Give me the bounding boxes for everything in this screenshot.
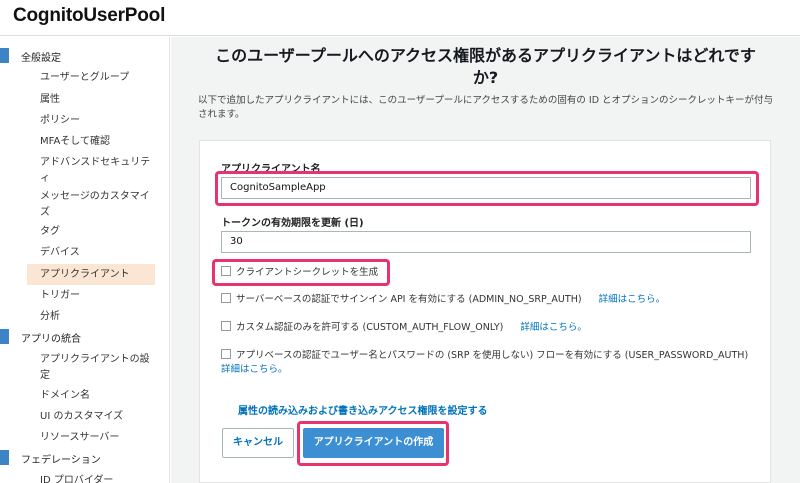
page-title-line: このユーザープールへのアクセス権限があるアプリクライアントはどれです xyxy=(215,46,756,65)
custom-auth-checkbox[interactable] xyxy=(221,321,231,331)
sidebar-section-label: 全般設定 xyxy=(21,53,61,64)
sidebar-item-app-clients[interactable]: アプリクライアント xyxy=(27,264,155,285)
highlight-box xyxy=(212,259,390,286)
custom-auth-option[interactable]: カスタム認証のみを許可する (CUSTOM_AUTH_FLOW_ONLY) 詳細… xyxy=(221,321,587,335)
sidebar-item-mfa[interactable]: MFAそして確認 xyxy=(27,134,155,150)
sidebar-item-label: ィ xyxy=(40,173,50,184)
srp-auth-details-link[interactable]: 詳細はこちら。 xyxy=(599,294,666,305)
sidebar-item-attributes[interactable]: 属性 xyxy=(27,92,155,108)
sidebar-item-identity-providers[interactable]: ID プロバイダー xyxy=(27,473,155,483)
password-auth-label: アプリベースの認証でユーザー名とパスワードの (SRP を使用しない) フローを… xyxy=(236,350,749,361)
token-expiration-label: トークンの有効期限を更新 (日) xyxy=(221,218,364,229)
attribute-permissions-link[interactable]: 属性の読み込みおよび書き込みアクセス権限を設定する xyxy=(238,402,488,417)
page-title-line: か? xyxy=(472,68,499,87)
sidebar-item-ui-customization[interactable]: UI のカスタマイズ xyxy=(27,409,155,425)
sidebar-item-domain-name[interactable]: ドメイン名 xyxy=(27,388,155,404)
sidebar-item-label: アドバンスドセキュリテ xyxy=(40,157,151,168)
sidebar-item-label: メッセージのカスタマイ xyxy=(40,191,150,202)
sidebar-item-label: アプリクライアントの設 xyxy=(40,354,150,365)
sidebar-item-policies[interactable]: ポリシー xyxy=(27,113,155,129)
section-marker xyxy=(0,48,9,63)
srp-auth-checkbox[interactable] xyxy=(221,293,231,303)
srp-auth-option[interactable]: サーバーベースの認証でサインイン API を有効にする (ADMIN_NO_SR… xyxy=(221,293,665,307)
sidebar-section-general[interactable]: 全般設定 xyxy=(0,46,170,66)
highlight-box xyxy=(215,171,759,206)
sidebar-section-app-integration[interactable]: アプリの統合 xyxy=(0,327,170,347)
sidebar-item-tags[interactable]: タグ xyxy=(27,224,155,240)
sidebar-item-resource-servers[interactable]: リソースサーバー xyxy=(27,430,155,446)
cancel-button[interactable]: キャンセル xyxy=(222,428,294,458)
password-auth-details-link[interactable]: 詳細はこちら。 xyxy=(221,364,288,375)
section-marker xyxy=(0,329,9,344)
sidebar-item-advanced-security[interactable]: アドバンスドセキュリテ ィ xyxy=(27,155,155,187)
sidebar-item-app-client-settings[interactable]: アプリクライアントの設 定 xyxy=(27,352,155,384)
sidebar-section-federation[interactable]: フェデレーション xyxy=(0,448,170,468)
app-title: CognitoUserPool xyxy=(13,5,166,26)
top-bar: CognitoUserPool xyxy=(0,0,800,36)
sidebar-item-triggers[interactable]: トリガー xyxy=(27,288,155,304)
sidebar-section-label: フェデレーション xyxy=(21,455,101,466)
page-description: 以下で追加したアプリクライアントには、このユーザープールにアクセスするための固有… xyxy=(198,94,793,122)
section-marker xyxy=(0,450,9,465)
token-expiration-input[interactable]: 30 xyxy=(221,231,751,253)
sidebar-item-label: ズ xyxy=(40,207,50,218)
highlight-box xyxy=(297,421,449,466)
password-auth-checkbox[interactable] xyxy=(221,349,231,359)
page-title: このユーザープールへのアクセス権限があるアプリクライアントはどれです か? xyxy=(171,45,800,89)
custom-auth-details-link[interactable]: 詳細はこちら。 xyxy=(520,322,587,333)
custom-auth-label: カスタム認証のみを許可する (CUSTOM_AUTH_FLOW_ONLY) xyxy=(236,322,504,333)
sidebar: 全般設定 ユーザーとグループ 属性 ポリシー MFAそして確認 アドバンスドセキ… xyxy=(0,37,170,483)
description-line: されます。 xyxy=(198,109,245,120)
sidebar-item-analytics[interactable]: 分析 xyxy=(27,309,155,325)
password-auth-option[interactable]: アプリベースの認証でユーザー名とパスワードの (SRP を使用しない) フローを… xyxy=(221,349,761,377)
sidebar-item-users-groups[interactable]: ユーザーとグループ xyxy=(27,70,155,86)
sidebar-item-message-customization[interactable]: メッセージのカスタマイ ズ xyxy=(27,189,155,221)
sidebar-section-label: アプリの統合 xyxy=(21,334,81,345)
srp-auth-label: サーバーベースの認証でサインイン API を有効にする (ADMIN_NO_SR… xyxy=(236,294,582,305)
sidebar-item-devices[interactable]: デバイス xyxy=(27,245,155,261)
description-line: 以下で追加したアプリクライアントには、このユーザープールにアクセスするための固有… xyxy=(198,95,774,106)
sidebar-item-label: 定 xyxy=(40,370,50,381)
